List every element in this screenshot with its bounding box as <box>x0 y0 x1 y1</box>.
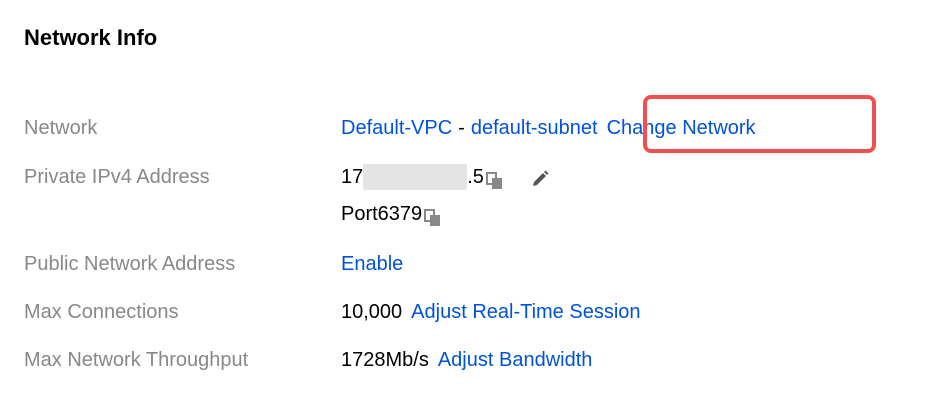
network-separator: - <box>458 117 465 139</box>
max-throughput-label: Max Network Throughput <box>24 349 249 371</box>
max-connections-value: 10,000 Adjust Real-Time Session <box>341 296 641 328</box>
max-connections-row: Max Connections 10,000 Adjust Real-Time … <box>24 296 904 328</box>
max-throughput-number: 1728Mb/s <box>341 349 429 371</box>
adjust-session-link[interactable]: Adjust Real-Time Session <box>411 296 640 328</box>
port-row: Port6379 <box>24 198 904 230</box>
ip-suffix: .5 <box>467 166 484 188</box>
public-address-value: Enable <box>341 248 403 280</box>
copy-icon[interactable] <box>424 205 442 226</box>
enable-public-link[interactable]: Enable <box>341 248 403 280</box>
private-ip-value: 17 .5 <box>341 161 550 193</box>
private-ip-label: Private IPv4 Address <box>24 166 210 188</box>
port-value: Port6379 <box>341 198 442 230</box>
vpc-link[interactable]: Default-VPC <box>341 112 452 144</box>
masked-ip-segment <box>363 164 468 190</box>
public-address-row: Public Network Address Enable <box>24 248 904 280</box>
max-throughput-value: 1728Mb/s Adjust Bandwidth <box>341 344 592 376</box>
max-throughput-row: Max Network Throughput 1728Mb/s Adjust B… <box>24 344 904 376</box>
copy-icon[interactable] <box>485 168 504 189</box>
max-connections-label: Max Connections <box>24 301 179 323</box>
section-title: Network Info <box>24 25 158 50</box>
adjust-bandwidth-link[interactable]: Adjust Bandwidth <box>438 344 593 376</box>
public-address-label: Public Network Address <box>24 253 236 275</box>
ip-prefix: 17 <box>341 166 364 188</box>
private-ip-row: Private IPv4 Address 17 .5 <box>24 161 904 193</box>
max-connections-number: 10,000 <box>341 301 403 323</box>
subnet-link[interactable]: default-subnet <box>471 112 598 144</box>
port-text: Port6379 <box>341 203 423 225</box>
network-row: Network Default-VPC - default-subnet Cha… <box>24 112 904 144</box>
pencil-icon[interactable] <box>530 167 550 187</box>
network-value: Default-VPC - default-subnet Change Netw… <box>341 112 756 144</box>
network-label: Network <box>24 117 98 139</box>
change-network-link[interactable]: Change Network <box>607 112 756 144</box>
